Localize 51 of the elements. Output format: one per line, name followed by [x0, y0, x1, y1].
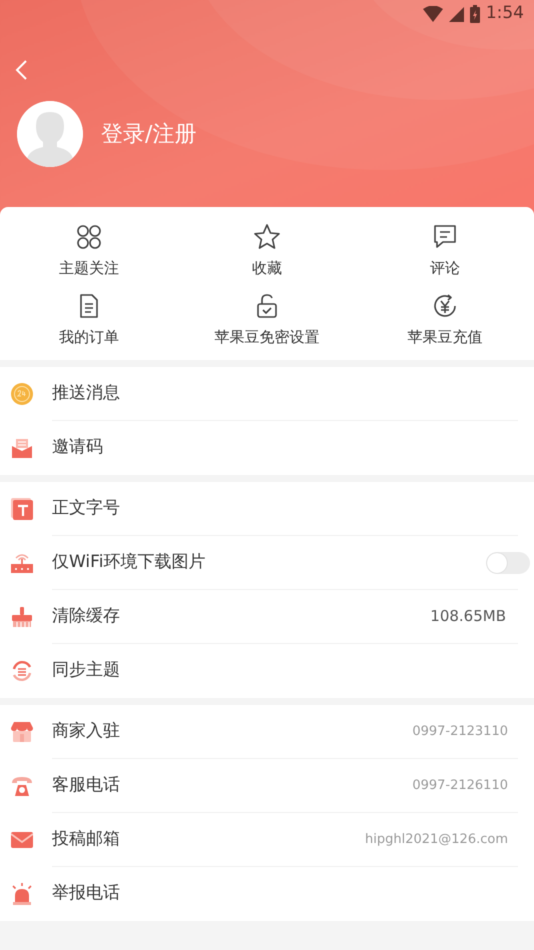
brush-icon — [11, 606, 33, 628]
row-label: 同步主题 — [52, 659, 121, 682]
row-label: 客服电话 — [52, 774, 121, 797]
settings-row[interactable]: 仅WiFi环境下载图片 — [0, 536, 534, 590]
battery-icon — [470, 5, 480, 23]
alarm-light-icon — [11, 883, 33, 905]
envelope-open-icon — [11, 437, 33, 459]
settings-row[interactable]: 推送消息 — [0, 367, 534, 421]
wifi-icon — [422, 6, 443, 22]
settings-row[interactable]: 投稿邮箱 hipghl2021@126.com — [0, 813, 534, 867]
storefront-icon — [11, 721, 33, 743]
settings-row[interactable]: 举报电话 — [0, 867, 534, 921]
sync-icon — [11, 660, 33, 682]
row-label: 仅WiFi环境下载图片 — [52, 550, 206, 574]
yen-coin-icon — [431, 292, 459, 320]
settings-row[interactable]: 客服电话 0997-2126110 — [0, 759, 534, 813]
clover-icon — [75, 223, 103, 251]
shortcut-button[interactable]: 苹果豆充值 — [356, 292, 534, 348]
settings-row[interactable]: 商家入驻 0997-2123110 — [0, 705, 534, 759]
cache-size: 108.65MB — [430, 606, 506, 628]
contact-info: 0997-2123110 — [412, 722, 508, 741]
row-label: 投稿邮箱 — [52, 828, 121, 851]
signal-icon — [448, 6, 464, 22]
router-icon — [11, 552, 33, 574]
status-time: 1:54 — [486, 2, 524, 26]
settings-row[interactable]: 正文字号 — [0, 482, 534, 536]
settings-row[interactable]: 邀请码 — [0, 421, 534, 475]
contact-info: hipghl2021@126.com — [365, 830, 508, 849]
shortcut-button[interactable]: 苹果豆免密设置 — [178, 292, 356, 348]
row-label: 商家入驻 — [52, 720, 121, 743]
row-label: 邀请码 — [52, 436, 104, 460]
avatar-icon[interactable] — [17, 101, 83, 168]
envelope-icon — [11, 829, 33, 851]
shortcut-button[interactable]: 我的订单 — [0, 292, 178, 348]
settings-row[interactable]: 同步主题 — [0, 644, 534, 698]
shortcut-button[interactable]: 主题关注 — [0, 223, 178, 280]
row-label: 正文字号 — [52, 496, 121, 520]
star-icon — [253, 223, 281, 251]
clock-badge-icon — [11, 383, 33, 405]
toggle-switch[interactable] — [486, 552, 530, 574]
text-size-icon — [11, 498, 33, 520]
shortcut-button[interactable]: 收藏 — [178, 223, 356, 280]
shortcut-button[interactable]: 评论 — [356, 223, 534, 280]
contact-info: 0997-2126110 — [412, 776, 508, 795]
comment-icon — [431, 223, 459, 251]
row-label: 清除缓存 — [52, 604, 121, 628]
row-label: 举报电话 — [52, 882, 121, 906]
back-button[interactable] — [14, 60, 28, 80]
telephone-icon — [11, 775, 33, 797]
row-label: 推送消息 — [52, 382, 121, 405]
settings-row[interactable]: 清除缓存 108.65MB — [0, 590, 534, 644]
